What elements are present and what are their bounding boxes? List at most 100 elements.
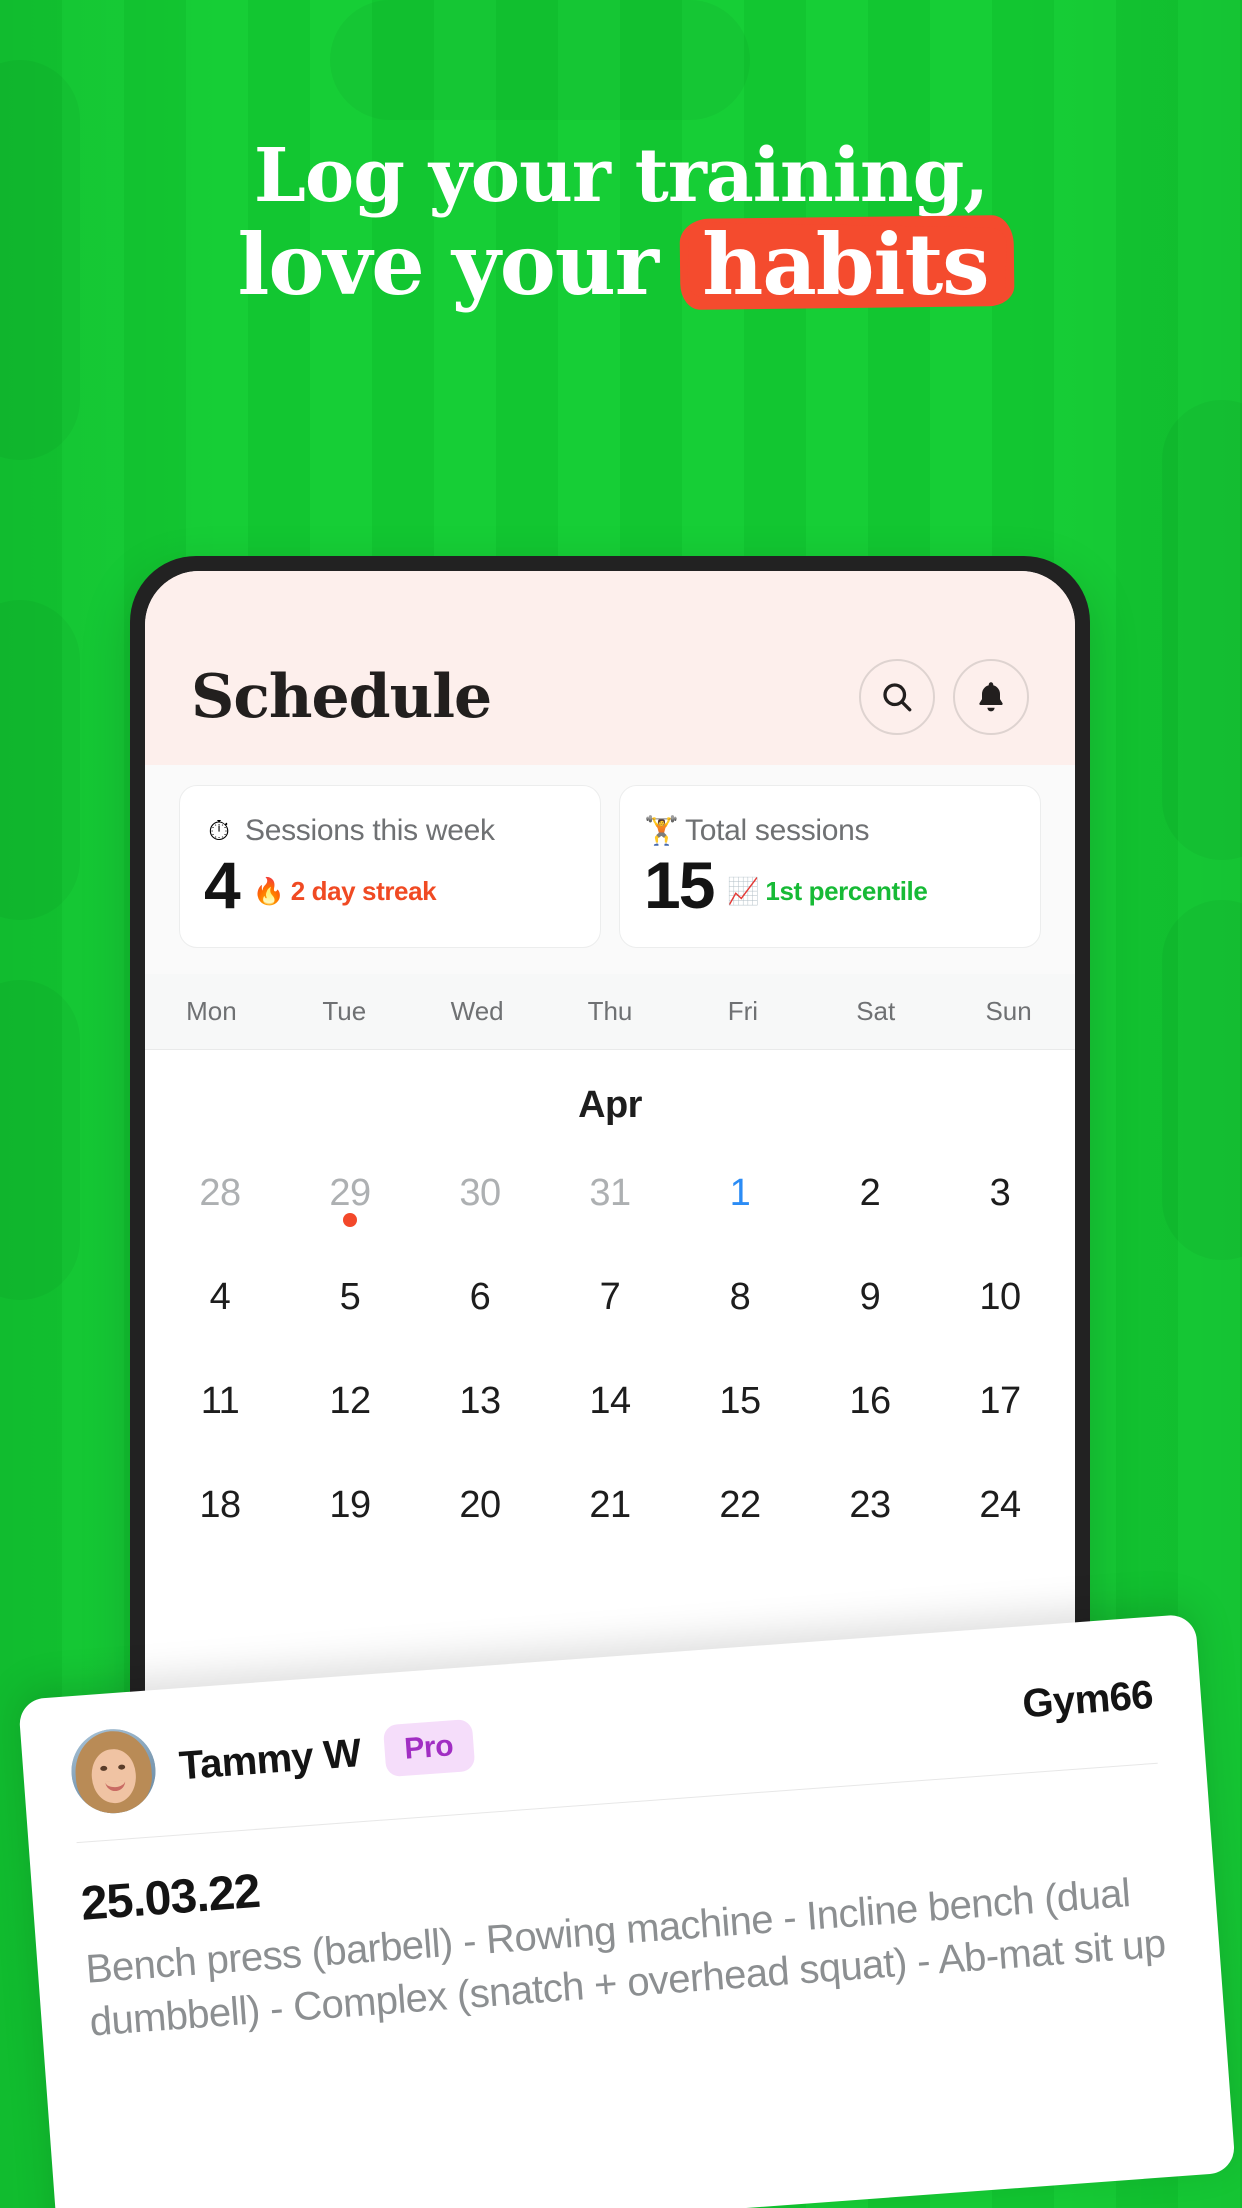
bg-blob xyxy=(0,600,80,920)
headline-line-2: love your habits xyxy=(0,215,1242,311)
calendar-day[interactable]: 10 xyxy=(935,1251,1065,1343)
page-title: Schedule xyxy=(191,662,492,732)
stat-value: 4 xyxy=(204,848,241,922)
calendar-day[interactable]: 11 xyxy=(155,1355,285,1447)
stat-card-total-sessions[interactable]: 🏋 Total sessions 15 📈 1st percentile xyxy=(619,785,1041,948)
calendar-day[interactable]: 15 xyxy=(675,1355,805,1447)
status-badge: Pro xyxy=(382,1718,475,1778)
calendar-day-number: 19 xyxy=(329,1483,371,1526)
calendar-day-event-dot xyxy=(343,1212,357,1227)
calendar-day[interactable]: 4 xyxy=(155,1251,285,1343)
stats-row: ⏱ Sessions this week 4 🔥 2 day streak 🏋 xyxy=(145,765,1075,974)
weekday-label: Sat xyxy=(856,995,896,1026)
phone-bezel: Schedule ⏱ Sessions this week 4 🔥 2 day … xyxy=(130,556,1090,1776)
stat-body: 4 🔥 2 day streak xyxy=(204,848,576,922)
stopwatch-icon: ⏱ xyxy=(208,815,230,846)
calendar-day-number: 24 xyxy=(979,1483,1021,1526)
weekday-label: Tue xyxy=(322,995,367,1026)
calendar-day[interactable]: 19 xyxy=(285,1459,415,1551)
calendar-month-label: Apr xyxy=(578,1083,642,1126)
stat-card-sessions-this-week[interactable]: ⏱ Sessions this week 4 🔥 2 day streak xyxy=(179,785,601,948)
calendar-day-number: 6 xyxy=(469,1275,491,1318)
calendar-day-number: 20 xyxy=(459,1483,501,1526)
calendar-day[interactable]: 9 xyxy=(805,1251,935,1343)
calendar-day[interactable]: 30 xyxy=(415,1147,545,1239)
calendar-day[interactable]: 14 xyxy=(545,1355,675,1447)
calendar-day-number: 9 xyxy=(859,1275,881,1318)
stat-subtext-label: 2 day streak xyxy=(290,875,437,906)
weekday-header: Mon Tue Wed Thu Fri Sat Sun xyxy=(145,973,1075,1050)
stat-label: Sessions this week xyxy=(245,814,495,847)
bg-blob xyxy=(1162,400,1242,860)
calendar-day-number: 15 xyxy=(719,1379,761,1422)
weekday-label: Fri xyxy=(727,995,759,1026)
calendar-day[interactable]: 29 xyxy=(285,1147,415,1239)
phone-mockup: Schedule ⏱ Sessions this week 4 🔥 2 day … xyxy=(130,556,1090,1776)
workout-log-card[interactable]: Tammy W Pro Gym66 25.03.22 Bench press (… xyxy=(18,1613,1236,2208)
calendar-day[interactable]: 3 xyxy=(935,1147,1065,1239)
dumbbell-icon: 🏋 xyxy=(644,815,679,846)
calendar-day-number: 28 xyxy=(199,1171,241,1214)
calendar-day-number: 31 xyxy=(589,1171,631,1214)
calendar-day-number: 4 xyxy=(209,1275,231,1318)
calendar-day-number: 10 xyxy=(979,1275,1021,1318)
calendar-day-number: 16 xyxy=(849,1379,891,1422)
calendar-day[interactable]: 17 xyxy=(935,1355,1065,1447)
calendar-day[interactable]: 23 xyxy=(805,1459,935,1551)
calendar-day-number: 21 xyxy=(589,1483,631,1526)
calendar-day-number: 12 xyxy=(329,1379,371,1422)
calendar-day[interactable]: 28 xyxy=(155,1147,285,1239)
calendar-day-number: 7 xyxy=(599,1275,621,1318)
stat-subtext-label: 1st percentile xyxy=(765,875,928,906)
calendar-day-number: 2 xyxy=(859,1171,881,1214)
search-button[interactable] xyxy=(859,659,935,735)
calendar-day-number: 18 xyxy=(199,1483,241,1526)
stat-body: 15 📈 1st percentile xyxy=(644,852,1016,918)
calendar-day-number: 23 xyxy=(849,1483,891,1526)
calendar-grid: 28 29 30 31 1 2 3 4 5 6 7 8 9 10 11 12 13 14 15 16 17 18 19 20 2… xyxy=(145,1140,1075,1551)
calendar-day[interactable]: 13 xyxy=(415,1355,545,1447)
notifications-button[interactable] xyxy=(953,659,1029,735)
calendar-day[interactable]: 18 xyxy=(155,1459,285,1551)
fire-icon: 🔥 xyxy=(252,875,285,906)
calendar-day-number: 22 xyxy=(719,1483,761,1526)
calendar-day[interactable]: 8 xyxy=(675,1251,805,1343)
phone-screen: Schedule ⏱ Sessions this week 4 🔥 2 day … xyxy=(145,571,1075,1776)
search-icon xyxy=(879,679,915,715)
stat-subtext: 🔥 2 day streak xyxy=(253,876,437,917)
headline-line-1: Log your training, xyxy=(253,133,989,219)
weekday-label: Mon xyxy=(186,995,237,1026)
calendar-day[interactable]: 21 xyxy=(545,1459,675,1551)
calendar-day-number: 5 xyxy=(339,1275,361,1318)
weekday-label: Wed xyxy=(450,995,504,1026)
calendar-day-number: 1 xyxy=(729,1171,751,1214)
gym-name: Gym66 xyxy=(1020,1672,1155,1726)
stat-header: ⏱ Sessions this week xyxy=(204,814,576,848)
calendar-day[interactable]: 12 xyxy=(285,1355,415,1447)
calendar-day[interactable]: 7 xyxy=(545,1251,675,1343)
calendar-day-number: 8 xyxy=(729,1275,751,1318)
stat-label: Total sessions xyxy=(685,814,870,847)
calendar-day[interactable]: 1 xyxy=(675,1140,805,1245)
calendar-day-number: 29 xyxy=(329,1171,371,1214)
bg-blob xyxy=(330,0,750,120)
weekday-label: Thu xyxy=(587,995,633,1026)
user-name: Tammy W xyxy=(177,1730,363,1788)
calendar-day[interactable]: 20 xyxy=(415,1459,545,1551)
stat-header: 🏋 Total sessions xyxy=(644,814,1016,848)
avatar xyxy=(68,1726,159,1817)
calendar-day-number: 14 xyxy=(589,1379,631,1422)
calendar-day[interactable]: 5 xyxy=(285,1251,415,1343)
calendar-day[interactable]: 22 xyxy=(675,1459,805,1551)
calendar-day[interactable]: 6 xyxy=(415,1251,545,1343)
chart-increasing-icon: 📈 xyxy=(727,875,760,906)
calendar-day-number: 30 xyxy=(459,1171,501,1214)
weekday-label: Sun xyxy=(985,995,1032,1026)
calendar-day-number: 13 xyxy=(459,1379,501,1422)
calendar-day[interactable]: 24 xyxy=(935,1459,1065,1551)
calendar-day[interactable]: 16 xyxy=(805,1355,935,1447)
stat-subtext: 📈 1st percentile xyxy=(727,876,927,917)
calendar-day[interactable]: 2 xyxy=(805,1147,935,1239)
calendar-day[interactable]: 31 xyxy=(545,1147,675,1239)
header-actions xyxy=(859,659,1029,735)
